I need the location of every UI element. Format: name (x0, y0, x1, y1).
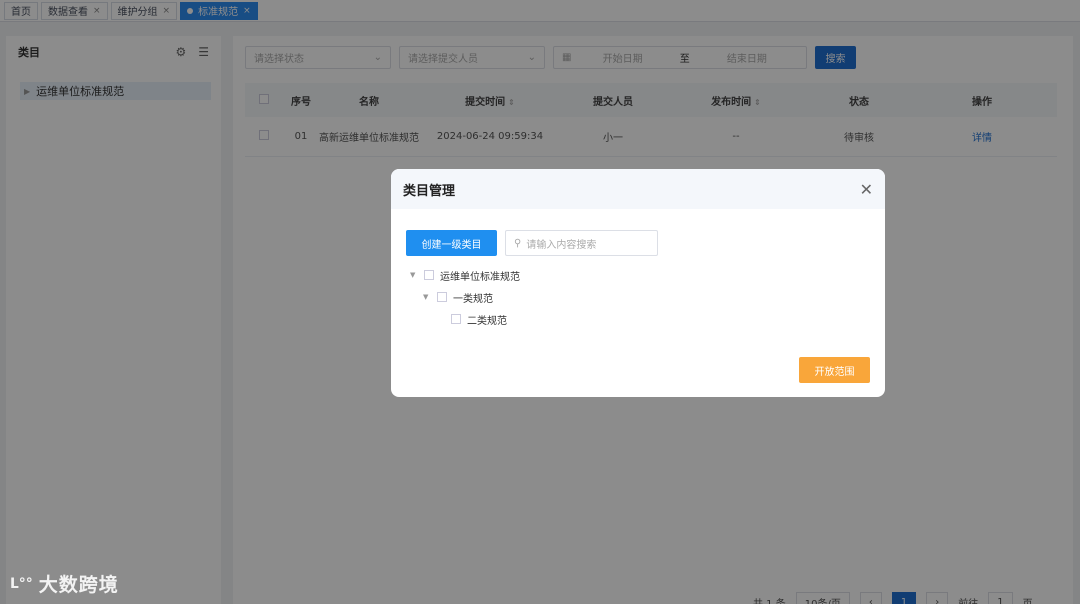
caret-down-icon[interactable]: ▼ (410, 271, 418, 279)
create-top-category-button[interactable]: 创建一级类目 (406, 230, 497, 256)
category-management-dialog: 类目管理 ✕ 创建一级类目 ⚲ 请输入内容搜索 ▼ 运维单位标准规范 ▼ 一类规… (391, 169, 885, 397)
open-scope-button[interactable]: 开放范围 (799, 357, 870, 383)
tree-node[interactable]: ▼ 运维单位标准规范 (410, 264, 520, 286)
tree-node-label: 运维单位标准规范 (440, 271, 520, 283)
dialog-title: 类目管理 (403, 183, 456, 199)
tree-node-checkbox[interactable] (451, 314, 461, 324)
tree-node[interactable]: 二类规范 (410, 308, 520, 330)
caret-down-icon[interactable]: ▼ (423, 293, 431, 301)
dialog-toolbar: 创建一级类目 ⚲ 请输入内容搜索 (406, 230, 658, 256)
tree-node-label: 二类规范 (467, 315, 507, 327)
tree-node-checkbox[interactable] (437, 292, 447, 302)
watermark-logo: ᒪ°° (10, 575, 33, 592)
watermark: ᒪ°° 大数跨境 (10, 570, 119, 597)
watermark-text: 大数跨境 (38, 574, 119, 596)
search-icon: ⚲ (514, 237, 522, 249)
tree-node-label: 一类规范 (453, 293, 493, 305)
dialog-header: 类目管理 ✕ (391, 169, 885, 209)
tree-node[interactable]: ▼ 一类规范 (410, 286, 520, 308)
category-search-input[interactable]: ⚲ 请输入内容搜索 (505, 230, 658, 256)
close-icon[interactable]: ✕ (860, 180, 873, 199)
category-tree: ▼ 运维单位标准规范 ▼ 一类规范 二类规范 (410, 264, 520, 330)
category-search-placeholder: 请输入内容搜索 (526, 239, 597, 251)
tree-node-checkbox[interactable] (424, 270, 434, 280)
